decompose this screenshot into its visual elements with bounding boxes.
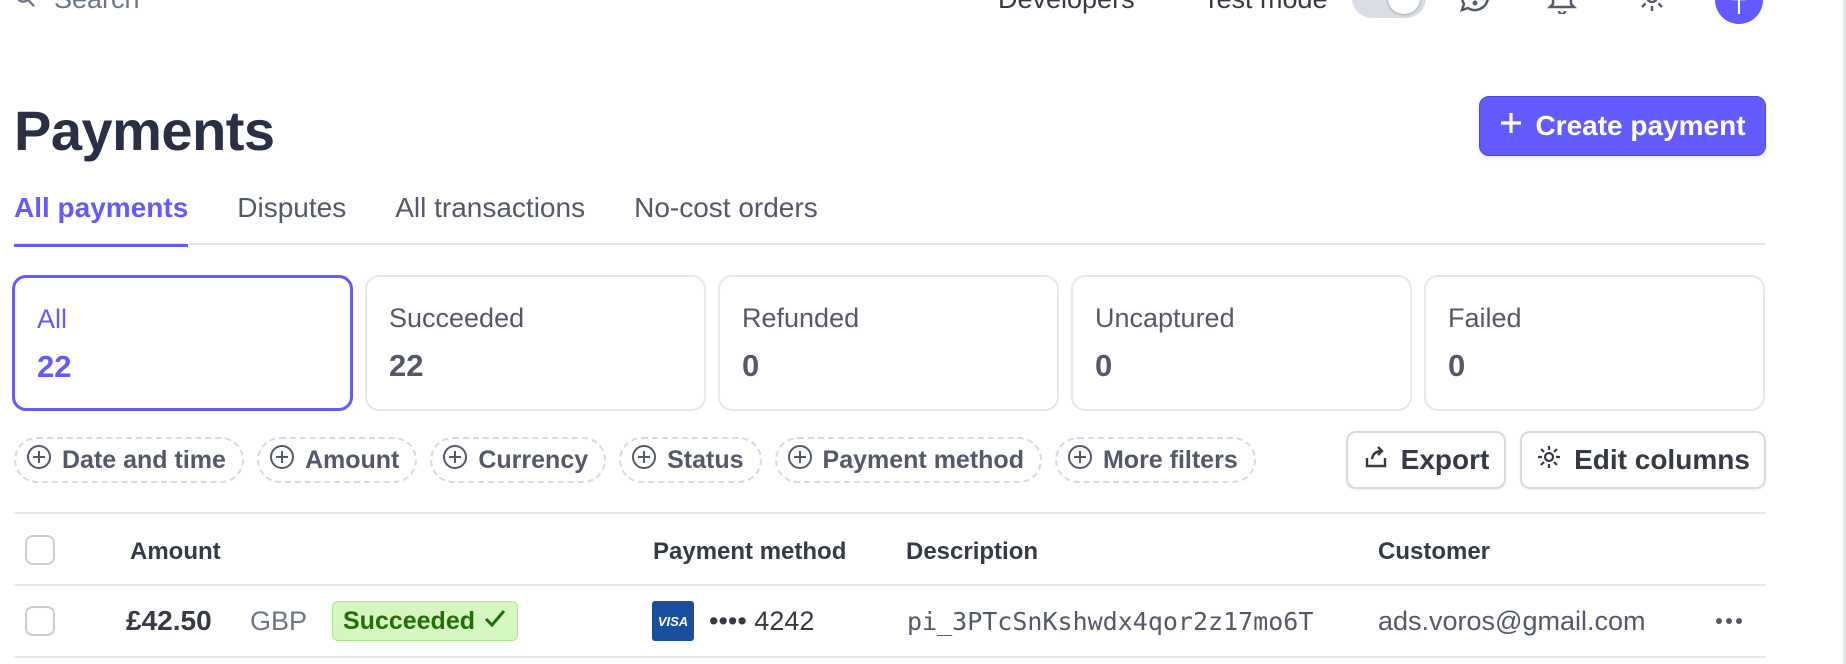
status-card-count: 22 — [389, 348, 424, 383]
tab-all-payments[interactable]: All payments — [14, 186, 189, 247]
status-card-succeeded[interactable]: Succeeded 22 — [365, 275, 706, 411]
edit-columns-button[interactable]: Edit columns — [1520, 431, 1766, 489]
edit-columns-label: Edit columns — [1574, 444, 1750, 475]
plus-circle-icon — [631, 444, 657, 477]
filter-label: More filters — [1102, 445, 1238, 474]
tab-disputes[interactable]: Disputes — [237, 186, 346, 245]
column-header-payment-method[interactable]: Payment method — [653, 538, 846, 566]
row-currency: GBP — [250, 606, 308, 636]
status-card-label: Uncaptured — [1095, 303, 1235, 333]
column-header-amount[interactable]: Amount — [130, 538, 221, 566]
status-cards: All 22 Succeeded 22 Refunded 0 Uncapture… — [12, 275, 1765, 411]
search-bar[interactable]: Search — [14, 0, 140, 15]
gear-icon — [1536, 444, 1562, 477]
status-card-count: 0 — [1448, 348, 1466, 383]
payments-table: Amount Payment method Description Custom… — [14, 512, 1766, 658]
plus-circle-icon — [442, 444, 468, 477]
status-card-count: 0 — [1095, 348, 1113, 383]
plus-circle-icon — [1067, 444, 1093, 477]
filter-label: Date and time — [62, 445, 226, 474]
filter-date-and-time[interactable]: Date and time — [14, 437, 244, 483]
row-checkbox[interactable] — [25, 606, 55, 636]
filter-bar: Date and time Amount Currency Status Pay… — [14, 437, 1256, 483]
table-row[interactable]: £42.50 GBP Succeeded VISA •••• 4242 pi_3… — [14, 586, 1766, 658]
help-chat-icon[interactable] — [1458, 0, 1492, 14]
filter-label: Status — [667, 445, 744, 474]
status-card-label: Refunded — [742, 303, 860, 333]
create-payment-button[interactable]: Create payment — [1479, 96, 1766, 156]
select-all-checkbox[interactable] — [25, 535, 55, 565]
filter-amount[interactable]: Amount — [256, 437, 418, 483]
checkmark-icon — [483, 606, 507, 637]
plus-icon — [1499, 110, 1523, 142]
status-card-count: 0 — [742, 348, 760, 383]
tab-all-transactions[interactable]: All transactions — [395, 186, 585, 245]
filter-more-filters[interactable]: More filters — [1054, 437, 1256, 483]
toggle-knob — [1388, 0, 1420, 14]
row-card-masked: •••• 4242 — [709, 606, 815, 636]
export-icon — [1363, 444, 1389, 477]
filter-label: Payment method — [822, 445, 1024, 474]
status-card-uncaptured[interactable]: Uncaptured 0 — [1071, 275, 1412, 411]
status-badge: Succeeded — [332, 601, 519, 641]
search-placeholder: Search — [54, 0, 140, 15]
filter-currency[interactable]: Currency — [430, 437, 607, 483]
notifications-bell-icon[interactable] — [1545, 0, 1579, 16]
user-avatar[interactable]: T — [1715, 0, 1763, 24]
export-label: Export — [1400, 444, 1490, 475]
plus-circle-icon — [269, 444, 295, 477]
test-mode-label: Test mode — [1203, 0, 1328, 15]
status-badge-label: Succeeded — [343, 606, 476, 635]
status-card-all[interactable]: All 22 — [12, 275, 353, 411]
create-payment-label: Create payment — [1535, 110, 1746, 141]
column-header-description[interactable]: Description — [906, 538, 1038, 566]
status-card-label: Failed — [1448, 303, 1522, 333]
export-button[interactable]: Export — [1346, 431, 1506, 489]
filter-label: Currency — [478, 445, 589, 474]
row-description: pi_3PTcSnKshwdx4qor2z17mo6T — [907, 607, 1314, 636]
status-card-count: 22 — [37, 349, 72, 384]
page-title: Payments — [14, 99, 275, 162]
developers-link[interactable]: Developers — [998, 0, 1135, 15]
status-card-refunded[interactable]: Refunded 0 — [718, 275, 1059, 411]
row-customer[interactable]: ads.voros@gmail.com — [1378, 606, 1646, 637]
tab-no-cost-orders[interactable]: No-cost orders — [634, 186, 818, 245]
status-card-failed[interactable]: Failed 0 — [1424, 275, 1765, 411]
plus-circle-icon — [26, 444, 52, 477]
filter-label: Amount — [304, 445, 400, 474]
status-card-label: All — [37, 304, 68, 334]
visa-card-icon: VISA — [652, 601, 694, 641]
payments-tabs: All payments Disputes All transactions N… — [14, 186, 1766, 247]
plus-circle-icon — [787, 444, 813, 477]
row-amount: £42.50 — [126, 605, 212, 636]
filter-status[interactable]: Status — [619, 437, 762, 483]
test-mode-toggle[interactable] — [1352, 0, 1426, 18]
status-card-label: Succeeded — [389, 303, 525, 333]
row-more-actions-icon[interactable] — [1711, 603, 1747, 639]
table-header-row: Amount Payment method Description Custom… — [14, 514, 1766, 586]
column-header-customer[interactable]: Customer — [1378, 538, 1490, 566]
search-icon — [14, 0, 36, 15]
settings-gear-icon[interactable] — [1635, 0, 1669, 14]
filter-payment-method[interactable]: Payment method — [774, 437, 1042, 483]
top-bar: Search Developers Test mode T — [0, 0, 1800, 24]
